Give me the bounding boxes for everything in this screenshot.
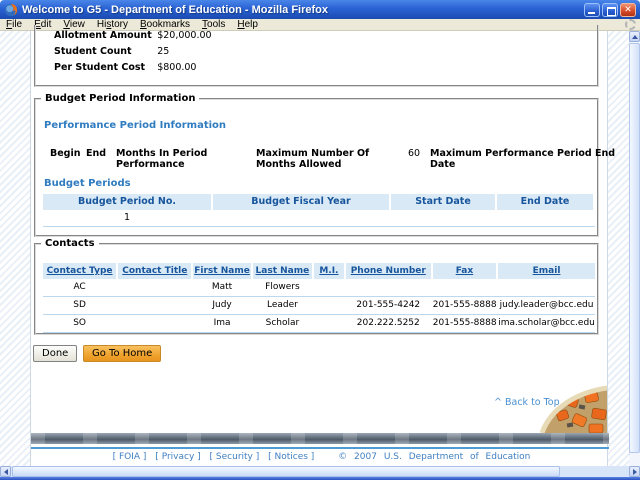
budget-table-row: 1 bbox=[43, 210, 595, 227]
contact-type-sort-link[interactable]: Contact Type bbox=[43, 263, 116, 279]
summary-row: Student Count 25 bbox=[54, 44, 169, 60]
per-student-cost-value: $800.00 bbox=[157, 62, 196, 73]
performance-fields-row: Begin End Months In Period Performance M… bbox=[50, 148, 620, 170]
months-in-period-label: Months In Period Performance bbox=[116, 148, 216, 170]
contact-row: AC Matt Flowers bbox=[43, 279, 595, 297]
first-name-sort-link[interactable]: First Name bbox=[193, 263, 250, 279]
per-student-cost-label: Per Student Cost bbox=[54, 60, 154, 76]
allotment-amount-label: Allotment Amount bbox=[54, 28, 154, 44]
contacts-legend: Contacts bbox=[41, 238, 99, 249]
student-count-value: 25 bbox=[157, 46, 169, 57]
end-date-header: End Date bbox=[497, 194, 593, 210]
foia-link[interactable]: [ FOIA ] bbox=[113, 452, 147, 462]
vertical-scrollbar[interactable] bbox=[629, 31, 640, 466]
budget-period-fieldset: Budget Period Information Performance Pe… bbox=[34, 93, 599, 237]
budget-period-legend: Budget Period Information bbox=[41, 93, 199, 104]
email-sort-link[interactable]: Email bbox=[498, 263, 595, 279]
footer-accent-line bbox=[31, 447, 609, 449]
allotment-amount-value: $20,000.00 bbox=[157, 30, 211, 41]
vertical-scrollbar-thumb[interactable] bbox=[629, 43, 640, 453]
contacts-fieldset: Contacts Contact Type Contact Title Firs… bbox=[34, 238, 599, 335]
throbber-icon bbox=[625, 19, 636, 30]
go-to-home-button[interactable]: Go To Home bbox=[83, 345, 161, 362]
summary-row: Allotment Amount $20,000.00 bbox=[54, 28, 212, 44]
contacts-table-header: Contact Type Contact Title First Name La… bbox=[43, 263, 595, 279]
mi-sort-link[interactable]: M.I. bbox=[314, 263, 344, 279]
contact-title-sort-link[interactable]: Contact Title bbox=[118, 263, 191, 279]
summary-fieldset: Allotment Amount $20,000.00 Student Coun… bbox=[34, 25, 599, 87]
notices-link[interactable]: [ Notices ] bbox=[268, 452, 314, 462]
done-button[interactable]: Done bbox=[33, 345, 77, 362]
fax-sort-link[interactable]: Fax bbox=[433, 263, 496, 279]
scroll-left-button[interactable] bbox=[0, 466, 11, 477]
copyright-text: © 2007 U.S. Department of Education bbox=[338, 452, 530, 462]
horizontal-scrollbar[interactable] bbox=[0, 466, 640, 477]
window-titlebar: Welcome to G5 - Department of Education … bbox=[0, 0, 640, 19]
summary-row: Per Student Cost $800.00 bbox=[54, 60, 196, 76]
scroll-up-button[interactable] bbox=[629, 31, 640, 42]
last-name-sort-link[interactable]: Last Name bbox=[253, 263, 312, 279]
performance-period-heading: Performance Period Information bbox=[44, 120, 226, 131]
page-viewport: Allotment Amount $20,000.00 Student Coun… bbox=[0, 31, 629, 466]
start-date-header: Start Date bbox=[391, 194, 495, 210]
phone-number-sort-link[interactable]: Phone Number bbox=[346, 263, 431, 279]
max-end-date-label: Maximum Performance Period End Date bbox=[430, 148, 620, 170]
privacy-link[interactable]: [ Privacy ] bbox=[155, 452, 200, 462]
security-link[interactable]: [ Security ] bbox=[210, 452, 260, 462]
close-button[interactable] bbox=[620, 3, 636, 17]
restore-button[interactable] bbox=[602, 3, 618, 17]
scrollbar-corner bbox=[629, 455, 640, 466]
horizontal-scrollbar-thumb[interactable] bbox=[12, 466, 560, 477]
budget-period-no-header: Budget Period No. bbox=[43, 194, 211, 210]
firefox-icon bbox=[4, 3, 18, 17]
budget-table-header: Budget Period No. Budget Fiscal Year Sta… bbox=[43, 194, 595, 210]
contact-row: SD Judy Leader 201-555-4242 201-555-8888… bbox=[43, 297, 595, 315]
footer-metal-bar bbox=[31, 433, 609, 444]
budget-period-no-value: 1 bbox=[43, 210, 211, 226]
budget-periods-heading: Budget Periods bbox=[44, 178, 131, 189]
max-months-label: Maximum Number Of Months Allowed bbox=[256, 148, 408, 170]
browser-window: Welcome to G5 - Department of Education … bbox=[0, 0, 640, 480]
budget-periods-table: Budget Period No. Budget Fiscal Year Sta… bbox=[43, 194, 595, 227]
footer-links: [ FOIA ] [ Privacy ] [ Security ] [ Noti… bbox=[31, 452, 609, 462]
minimize-button[interactable] bbox=[584, 3, 600, 17]
window-title: Welcome to G5 - Department of Education … bbox=[22, 4, 584, 16]
begin-label: Begin bbox=[50, 148, 86, 170]
page-content: Allotment Amount $20,000.00 Student Coun… bbox=[30, 31, 608, 466]
end-label: End bbox=[86, 148, 116, 170]
classroom-chairs-image bbox=[537, 385, 607, 433]
contact-row: SO Ima Scholar 202.222.5252 201-555-8888… bbox=[43, 315, 595, 333]
max-months-value: 60 bbox=[408, 148, 424, 170]
contacts-table: Contact Type Contact Title First Name La… bbox=[43, 263, 595, 333]
menu-file[interactable]: File bbox=[0, 19, 28, 31]
student-count-label: Student Count bbox=[54, 44, 154, 60]
scroll-right-button[interactable] bbox=[629, 466, 640, 477]
budget-fiscal-year-header: Budget Fiscal Year bbox=[213, 194, 389, 210]
